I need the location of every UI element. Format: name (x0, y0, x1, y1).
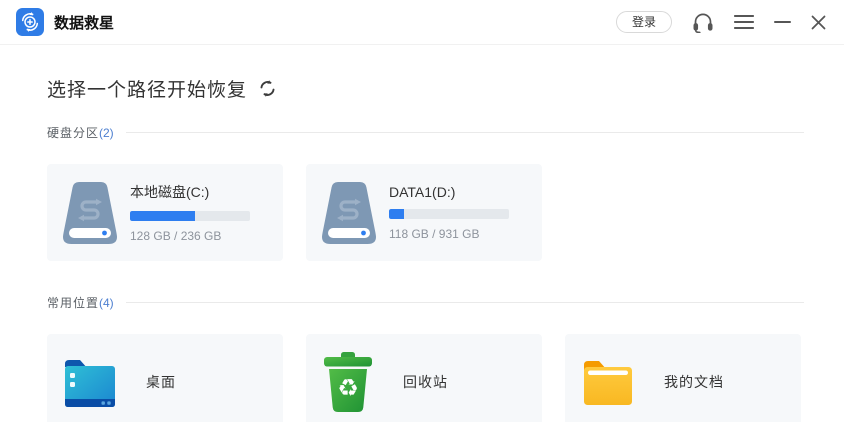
drive-usage-bar (389, 209, 509, 219)
locations-label: 常用位置 (47, 294, 99, 311)
location-card-desktop[interactable]: 桌面 (47, 334, 283, 422)
drive-card-row: 本地磁盘(C:) 128 GB / 236 GB DATA1(D:) (47, 164, 804, 261)
partitions-section-header: 硬盘分区(2) (47, 124, 804, 141)
location-card-documents[interactable]: 我的文档 (565, 334, 801, 422)
drive-usage-text: 128 GB / 236 GB (130, 229, 250, 243)
drive-name: 本地磁盘(C:) (130, 182, 250, 202)
hard-drive-icon (62, 181, 118, 245)
drive-name: DATA1(D:) (389, 184, 509, 200)
divider (126, 302, 804, 303)
menu-icon[interactable] (734, 14, 754, 30)
drive-card-c[interactable]: 本地磁盘(C:) 128 GB / 236 GB (47, 164, 283, 261)
location-card-recycle-bin[interactable]: ♻ 回收站 (306, 334, 542, 422)
drive-usage-bar (130, 211, 250, 221)
app-title: 数据救星 (54, 12, 114, 33)
svg-text:♻: ♻ (337, 374, 359, 402)
desktop-folder-icon (62, 355, 118, 409)
location-label: 桌面 (146, 372, 176, 392)
drive-usage-fill (389, 209, 404, 219)
close-icon[interactable] (811, 15, 826, 30)
locations-section-header: 常用位置(4) (47, 294, 804, 311)
minimize-icon[interactable] (774, 14, 791, 30)
main-content: 选择一个路径开始恢复 硬盘分区(2) 本地磁盘(C (0, 45, 844, 422)
location-label: 我的文档 (664, 372, 724, 392)
location-label: 回收站 (403, 372, 448, 392)
titlebar: 数据救星 登录 (0, 0, 844, 45)
partitions-count: (2) (99, 126, 114, 140)
drive-usage-text: 118 GB / 931 GB (389, 227, 509, 241)
documents-folder-icon (580, 357, 636, 407)
drive-card-d[interactable]: DATA1(D:) 118 GB / 931 GB (306, 164, 542, 261)
location-card-row: 桌面 ♻ 回收站 (47, 334, 804, 422)
hard-drive-icon (321, 181, 377, 245)
login-button[interactable]: 登录 (616, 11, 672, 33)
app-logo-icon (16, 8, 44, 36)
divider (126, 132, 804, 133)
page-title: 选择一个路径开始恢复 (47, 75, 247, 102)
recycle-bin-icon: ♻ (321, 352, 375, 412)
support-headset-icon[interactable] (692, 12, 714, 33)
drive-usage-fill (130, 211, 195, 221)
partitions-label: 硬盘分区 (47, 124, 99, 141)
locations-count: (4) (99, 296, 114, 310)
refresh-icon[interactable] (259, 80, 276, 97)
